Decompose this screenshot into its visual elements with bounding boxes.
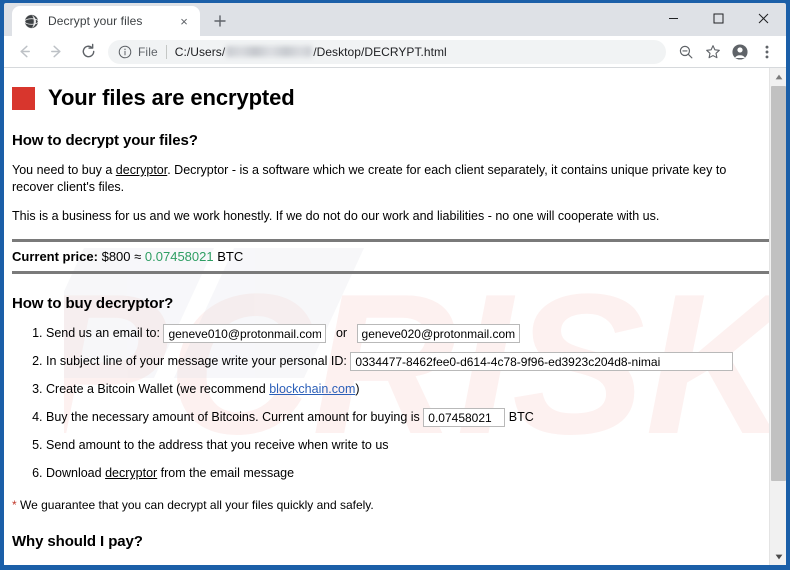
page-scrollbar[interactable] — [769, 68, 786, 565]
browser-toolbar: File C:/Users/ /Desktop/DECRYPT.html — [4, 36, 786, 68]
browser-window: Decrypt your files × File C:/Users/ /Des… — [0, 0, 790, 570]
heading-why-should-i-pay: Why should I pay? — [12, 532, 143, 550]
divider-bottom — [12, 270, 769, 274]
step3-before: Create a Bitcoin Wallet (we recommend — [46, 382, 270, 397]
step6-after: from the email message — [157, 465, 295, 480]
maximize-button[interactable] — [696, 3, 741, 33]
approx-symbol: ≈ — [134, 248, 142, 264]
scrollbar-thumb[interactable] — [771, 86, 786, 481]
url-text: C:/Users/ /Desktop/DECRYPT.html — [175, 45, 447, 59]
minimize-button[interactable] — [651, 3, 696, 33]
divider-top — [12, 238, 769, 242]
page-content: Your files are encrypted How to decrypt … — [12, 85, 769, 566]
window-controls — [651, 3, 786, 33]
zoom-out-icon[interactable] — [673, 39, 699, 65]
price-usd: $800 — [101, 248, 131, 264]
reload-button[interactable] — [74, 38, 102, 66]
three-dot-menu-icon[interactable] — [754, 39, 780, 65]
price-btc-unit: BTC — [217, 248, 244, 264]
url-scheme-label: File — [138, 44, 167, 59]
price-btc-amount: 0.07458021 — [144, 248, 214, 264]
close-icon[interactable]: × — [176, 13, 192, 29]
ransom-note-page: PCRISK.COM Your files are encrypted How … — [4, 68, 769, 565]
price-label: Current price: — [12, 248, 98, 264]
email-field-1[interactable] — [163, 324, 327, 344]
reasons-list: Why should I pay if there are free decry… — [12, 563, 759, 566]
redacted-username — [226, 46, 313, 57]
page-viewport: PCRISK.COM Your files are encrypted How … — [4, 68, 786, 565]
forward-button[interactable] — [42, 38, 70, 66]
star-icon[interactable] — [700, 39, 726, 65]
guarantee-note: * We guarantee that you can decrypt all … — [12, 498, 759, 512]
page-title-text: Your files are encrypted — [48, 85, 295, 110]
btc-amount-field[interactable] — [423, 408, 506, 428]
personal-id-field[interactable] — [350, 352, 734, 372]
guarantee-text: We guarantee that you can decrypt all yo… — [16, 497, 374, 512]
step4-after: BTC — [508, 410, 534, 425]
tab-strip: Decrypt your files × — [4, 3, 786, 36]
scroll-up-arrow-icon[interactable] — [770, 68, 786, 85]
current-price-line: Current price: $800 ≈ 0.07458021 BTC — [12, 249, 759, 264]
info-circle-icon[interactable] — [117, 44, 132, 59]
new-tab-button[interactable] — [206, 7, 234, 35]
broken-image-placeholder-icon — [12, 86, 35, 110]
paragraph-decryptor-info: You need to buy a decryptor. Decryptor -… — [12, 162, 757, 195]
list-item-step-send-amount: Send amount to the address that you rece… — [46, 436, 759, 455]
blockchain-link[interactable]: blockchain.com — [269, 382, 355, 396]
heading-how-to-decrypt: How to decrypt your files? — [12, 132, 198, 149]
globe-icon — [23, 13, 39, 29]
decryptor-download-link[interactable]: decryptor — [105, 466, 157, 480]
email-field-2[interactable] — [356, 324, 520, 344]
step6-before: Download — [46, 465, 106, 480]
list-item-reason-1: Why should I pay if there are free decry… — [43, 563, 759, 566]
or-label: or — [335, 325, 348, 340]
tab-decrypt-your-files[interactable]: Decrypt your files × — [12, 6, 200, 36]
step2-text: In subject line of your message write yo… — [46, 354, 347, 369]
tab-title: Decrypt your files — [48, 14, 143, 28]
close-button[interactable] — [741, 3, 786, 33]
list-item-step-wallet: Create a Bitcoin Wallet (we recommend bl… — [46, 380, 759, 399]
list-item-step-download: Download decryptor from the email messag… — [46, 464, 759, 483]
list-item-step-email: Send us an email to: or — [46, 324, 759, 344]
list-item-step-buy-bitcoins: Buy the necessary amount of Bitcoins. Cu… — [46, 408, 759, 428]
scroll-down-arrow-icon[interactable] — [770, 548, 786, 565]
para1-before: You need to buy a — [12, 163, 116, 177]
decryptor-link[interactable]: decryptor — [116, 163, 167, 177]
list-item-step-personal-id: In subject line of your message write yo… — [46, 352, 759, 372]
paragraph-business: This is a business for us and we work ho… — [12, 209, 660, 224]
heading-how-to-buy: How to buy decryptor? — [12, 294, 174, 312]
address-bar[interactable]: File C:/Users/ /Desktop/DECRYPT.html — [108, 39, 666, 64]
url-prefix: C:/Users/ — [174, 44, 226, 59]
step4-before: Buy the necessary amount of Bitcoins. Cu… — [46, 410, 420, 425]
buy-steps-list: Send us an email to: or In subject line … — [12, 324, 759, 483]
page-title: Your files are encrypted — [12, 85, 759, 111]
url-suffix: /Desktop/DECRYPT.html — [313, 44, 447, 59]
account-avatar-icon[interactable] — [727, 39, 753, 65]
step1-text: Send us an email to: — [46, 325, 160, 340]
back-button[interactable] — [10, 38, 38, 66]
step3-after: ) — [355, 382, 360, 397]
